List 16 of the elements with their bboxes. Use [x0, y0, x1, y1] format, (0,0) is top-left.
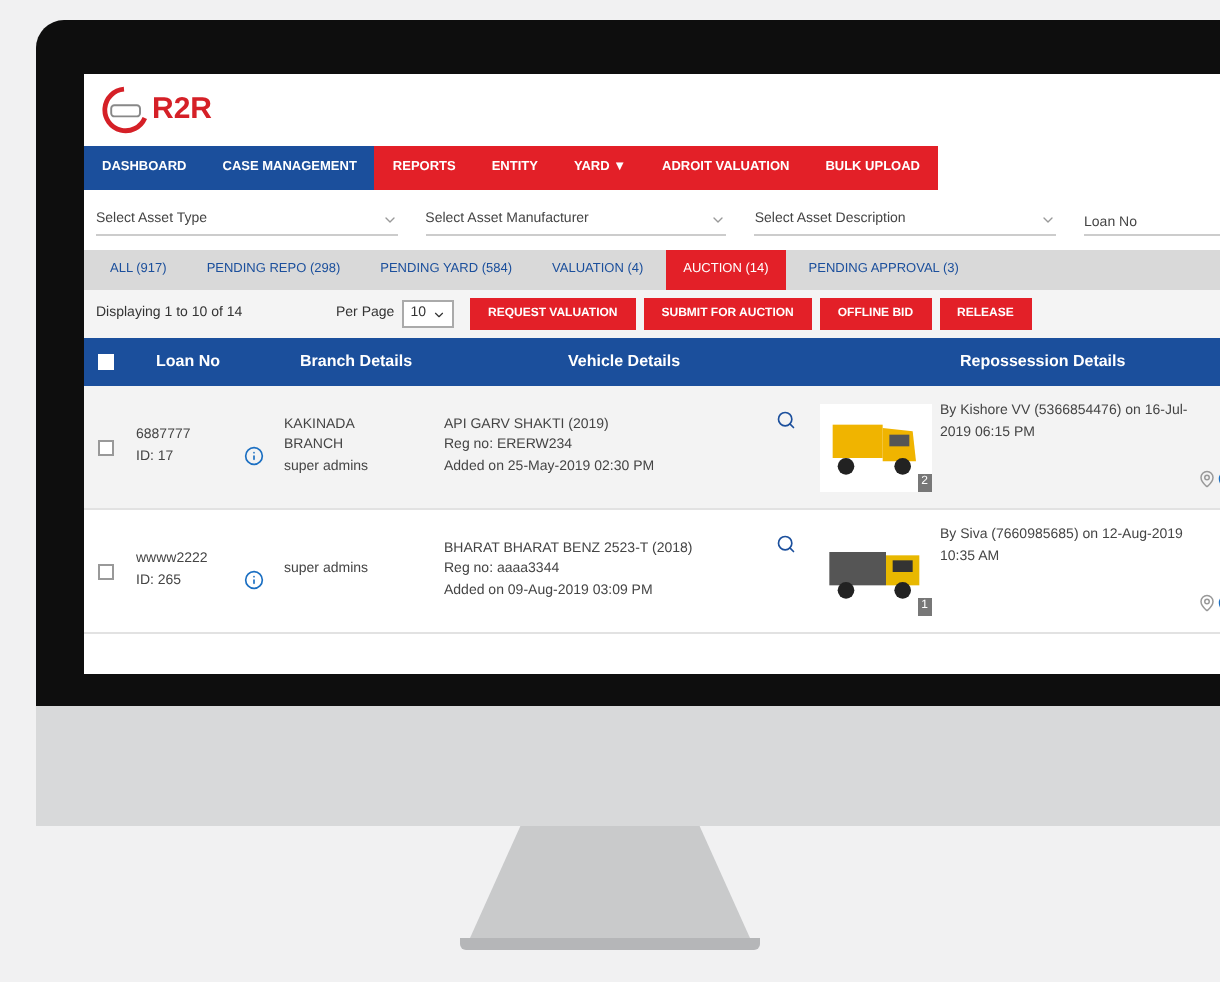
column-header: Branch Details [298, 350, 415, 374]
car-logo-icon [100, 86, 148, 134]
column-header: Repossession Details [958, 350, 1126, 374]
map-pin-icon[interactable] [1198, 594, 1216, 612]
info-icon[interactable] [244, 445, 264, 465]
map-pin-icon[interactable] [1198, 470, 1216, 488]
dropdown-caret-icon [431, 307, 446, 321]
row-checkbox[interactable] [98, 439, 114, 455]
info-icon[interactable] [244, 569, 264, 589]
row-checkbox[interactable] [98, 563, 114, 579]
search-icon[interactable] [776, 534, 796, 554]
column-header: Loan No [154, 350, 222, 374]
search-icon[interactable] [776, 410, 796, 430]
column-header: Vehicle Details [568, 350, 683, 374]
logo-text: R2R [152, 89, 213, 130]
select-all-checkbox[interactable] [98, 354, 114, 370]
